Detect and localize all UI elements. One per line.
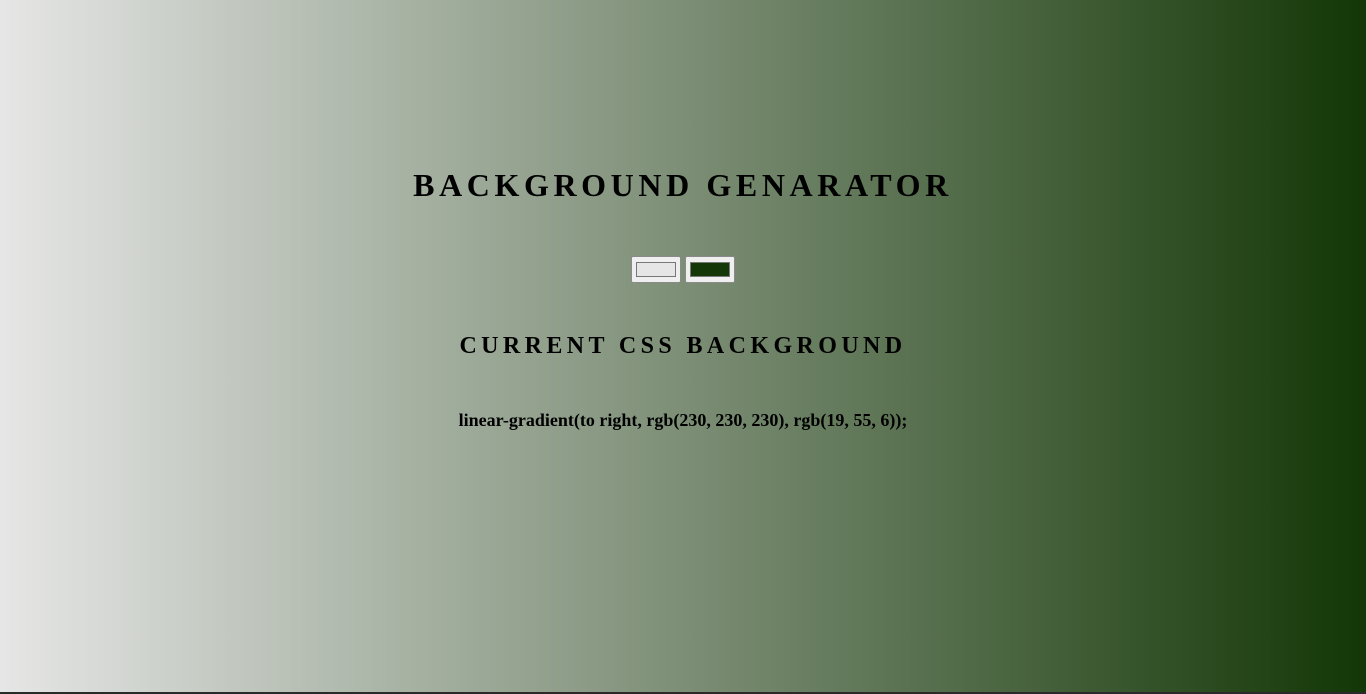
color-picker-1[interactable]	[631, 256, 681, 283]
gradient-background: BACKGROUND GENARATOR CURRENT CSS BACKGRO…	[0, 0, 1366, 692]
color-swatch-1	[636, 262, 676, 277]
color-swatch-2	[690, 262, 730, 277]
color-pickers	[0, 256, 1366, 283]
section-heading: CURRENT CSS BACKGROUND	[459, 333, 907, 359]
css-output-text: linear-gradient(to right, rgb(230, 230, …	[458, 410, 908, 430]
page-title: BACKGROUND GENARATOR	[413, 167, 953, 203]
color-picker-2[interactable]	[685, 256, 735, 283]
